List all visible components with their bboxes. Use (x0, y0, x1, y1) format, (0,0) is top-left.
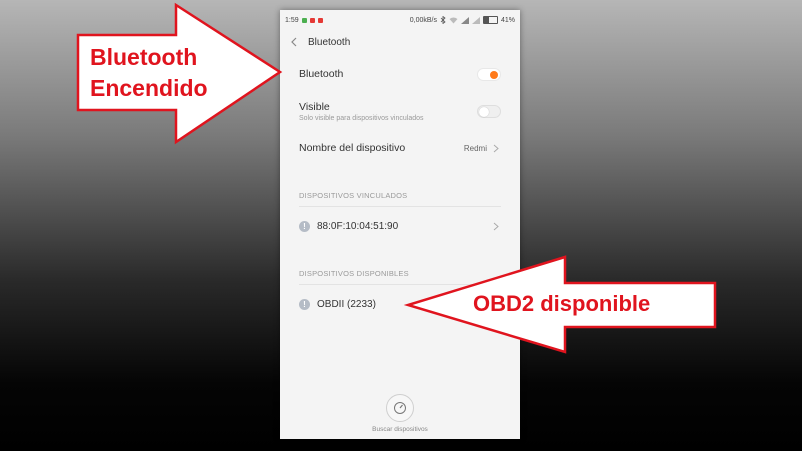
obd2-available-text: OBD2 disponible (473, 291, 651, 316)
callout-arrow-left (403, 255, 717, 354)
